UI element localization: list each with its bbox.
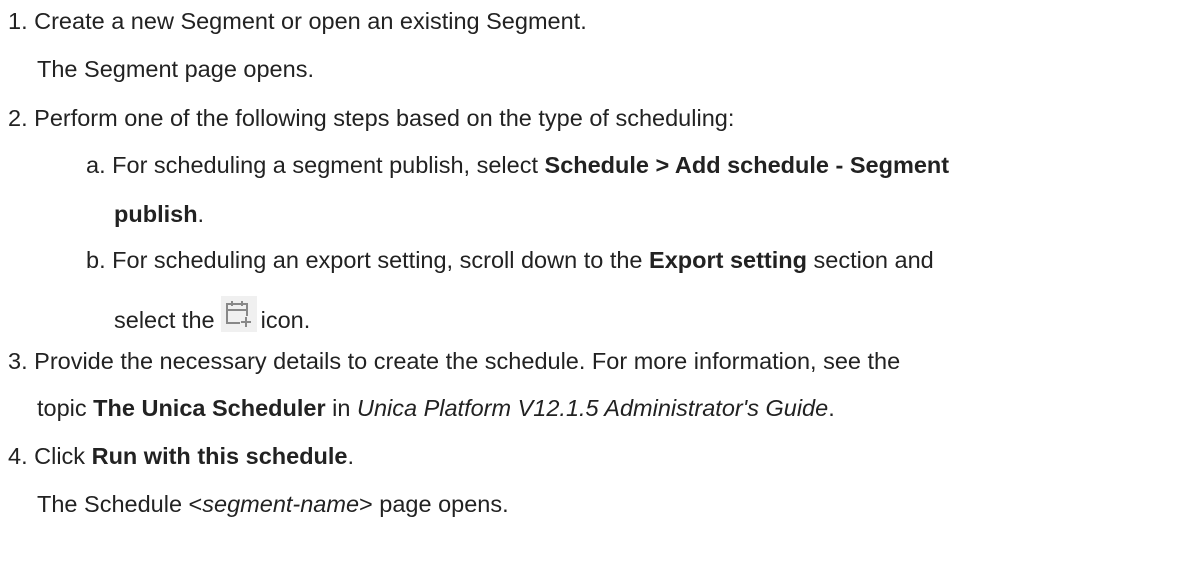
step-4-number: 4. [8,443,28,469]
step-2b-line2-post: icon. [260,307,311,333]
step-2b: b. For scheduling an export setting, scr… [86,245,934,275]
step-1: 1. Create a new Segment or open an exist… [8,6,587,36]
step-2a-letter: a. [86,152,106,178]
step-2-text: Perform one of the following steps based… [34,105,735,131]
step-3-line2: topic The Unica Scheduler in Unica Platf… [37,393,835,423]
step-3-line2-post: . [828,395,835,421]
step-3-text: Provide the necessary details to create … [34,348,901,374]
step-4-post: . [347,443,355,469]
step-3: 3. Provide the necessary details to crea… [8,346,900,376]
step-3-italic: Unica Platform V12.1.5 Administrator's G… [356,395,829,421]
step-2b-pre: For scheduling an export setting, scroll… [112,247,650,273]
step-3-number: 3. [8,348,28,374]
calendar-add-icon [220,296,257,332]
step-4-result: The Schedule <segment-name> page opens. [37,489,509,519]
step-4-result-italic: segment-name [202,491,360,517]
step-4-result-post: > page opens. [359,491,509,517]
step-3-line2-pre: topic [37,395,94,421]
procedure-document: 1. Create a new Segment or open an exist… [0,0,1187,582]
step-2b-bold: Export setting [649,247,807,273]
step-4-result-pre: The Schedule < [37,491,203,517]
step-2b-line2: select the icon. [114,296,310,335]
step-2a-bold2: publish [114,201,198,227]
step-4: 4. Click Run with this schedule. [8,441,354,471]
step-2b-line2-pre: select the [114,307,215,333]
step-3-bold: The Unica Scheduler [93,395,326,421]
step-4-bold: Run with this schedule [91,443,348,469]
step-2a-bold: Schedule > Add schedule - Segment [544,152,950,178]
step-2a-pre: For scheduling a segment publish, select [112,152,545,178]
step-1-text: Create a new Segment or open an existing… [34,8,587,34]
step-2b-letter: b. [86,247,106,273]
step-4-pre: Click [34,443,92,469]
step-2: 2. Perform one of the following steps ba… [8,103,734,133]
step-2a-line2: publish. [114,199,204,229]
step-1-number: 1. [8,8,28,34]
step-3-line2-mid: in [325,395,357,421]
step-1-result: The Segment page opens. [37,56,314,82]
step-2b-post: section and [807,247,934,273]
step-2a-post: . [197,201,205,227]
step-2a: a. For scheduling a segment publish, sel… [86,150,949,180]
step-2-number: 2. [8,105,28,131]
